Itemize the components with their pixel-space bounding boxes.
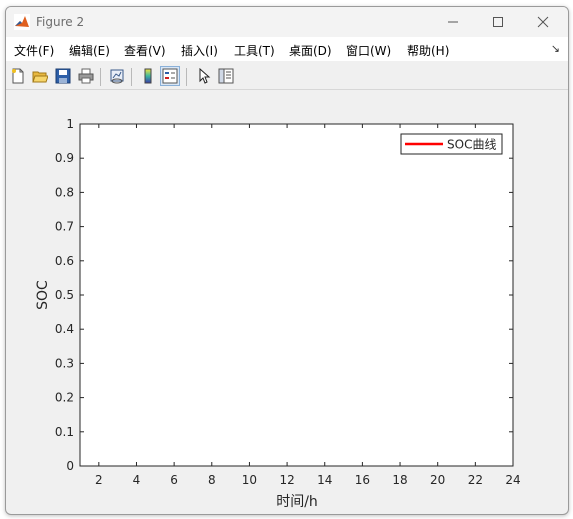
y-tick-label: 0.4: [55, 322, 74, 336]
menu-dock-arrow-icon[interactable]: ↘: [551, 42, 560, 55]
property-inspector-icon: [218, 68, 234, 84]
y-tick-label: 1: [66, 117, 74, 131]
y-tick-label: 0.6: [55, 254, 74, 268]
legend-label-soc: SOC曲线: [447, 138, 496, 152]
x-tick-label: 4: [133, 473, 141, 487]
x-tick-label: 2: [95, 473, 103, 487]
y-tick-label: 0.2: [55, 391, 74, 405]
x-tick-label: 18: [392, 473, 407, 487]
y-tick-label: 0: [66, 459, 74, 473]
close-button[interactable]: [520, 7, 566, 37]
insert-colorbar-button[interactable]: [138, 66, 158, 86]
x-tick-label: 22: [468, 473, 483, 487]
x-tick-label: 20: [430, 473, 445, 487]
x-axis-label: 时间/h: [276, 494, 318, 510]
x-tick-label: 6: [170, 473, 178, 487]
x-tick-label: 8: [208, 473, 216, 487]
edit-plot-button[interactable]: [194, 66, 214, 86]
open-file-icon: [32, 71, 48, 83]
title-bar[interactable]: Figure 2: [6, 7, 568, 37]
y-tick-label: 0.1: [55, 425, 74, 439]
y-tick-label: 0.3: [55, 356, 74, 370]
menu-desktop[interactable]: 桌面(D): [289, 42, 332, 59]
x-tick-label: 24: [505, 473, 520, 487]
new-figure-icon: [12, 68, 24, 84]
y-tick-label: 0.5: [55, 288, 74, 302]
print-icon: [78, 68, 94, 84]
insert-legend-icon: [162, 68, 178, 84]
property-inspector-button[interactable]: [216, 66, 236, 86]
axes-background: [79, 123, 514, 467]
new-figure-button[interactable]: [8, 66, 28, 86]
y-tick-label: 0.9: [55, 151, 74, 165]
link-plot-icon: [110, 69, 124, 84]
menu-insert[interactable]: 插入(I): [181, 42, 218, 59]
menu-bar: 文件(F) 编辑(E) 查看(V) 插入(I) 工具(T) 桌面(D) 窗口(W…: [6, 37, 568, 61]
y-axis-label: SOC: [35, 280, 51, 310]
menu-file[interactable]: 文件(F): [14, 42, 54, 59]
figure-toolbar: [6, 64, 568, 90]
link-plot-button[interactable]: [107, 66, 127, 86]
toolbar-separator: [186, 68, 187, 86]
toolbar-separator: [100, 68, 101, 86]
save-icon: [55, 68, 71, 84]
open-file-button[interactable]: [30, 66, 50, 86]
insert-colorbar-icon: [144, 68, 152, 84]
x-tick-label: 12: [279, 473, 294, 487]
y-tick-label: 0.8: [55, 185, 74, 199]
y-tick-label: 0.7: [55, 220, 74, 234]
maximize-button[interactable]: [475, 7, 521, 37]
menu-tools[interactable]: 工具(T): [234, 42, 275, 59]
figure-window: Figure 2 文件(F) 编辑(E) 查看(V) 插入(I) 工具(T) 桌…: [5, 6, 569, 515]
x-tick-label: 14: [317, 473, 332, 487]
menu-edit[interactable]: 编辑(E): [69, 42, 110, 59]
menu-view[interactable]: 查看(V): [124, 42, 166, 59]
x-tick-label: 10: [242, 473, 257, 487]
minimize-icon: [448, 21, 458, 23]
x-tick-label: 16: [355, 473, 370, 487]
menu-window[interactable]: 窗口(W): [346, 42, 391, 59]
figure-canvas[interactable]: 2 4 6 8 10 12 14 16 18 20 22 24 00.10.20.30.40.50.6…: [6, 90, 568, 514]
insert-legend-button[interactable]: [160, 66, 180, 86]
maximize-icon: [493, 17, 503, 27]
print-button[interactable]: [76, 66, 96, 86]
close-icon: [537, 16, 549, 28]
legend[interactable]: SOC曲线: [400, 133, 503, 155]
menu-help[interactable]: 帮助(H): [407, 42, 449, 59]
window-title: Figure 2: [36, 15, 85, 29]
toolbar-separator: [131, 68, 132, 86]
minimize-button[interactable]: [430, 7, 476, 37]
save-button[interactable]: [53, 66, 73, 86]
edit-plot-icon: [199, 68, 211, 84]
matlab-logo-icon: [14, 14, 30, 30]
